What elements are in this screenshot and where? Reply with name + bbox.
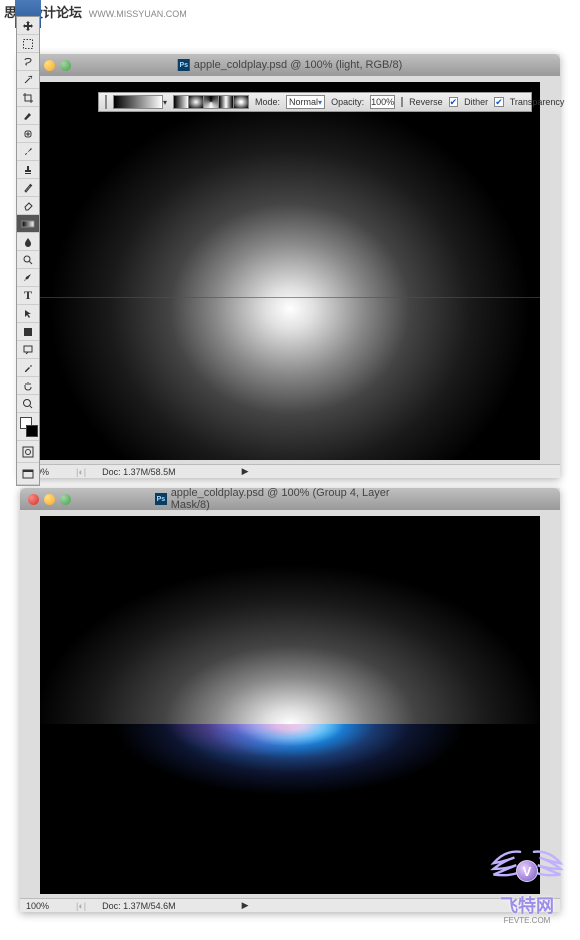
path-select-tool[interactable] [17,305,39,323]
dither-label: Dither [464,97,488,107]
doc-size: Doc: 1.37M/58.5M [102,467,176,477]
mode-label: Mode: [255,97,280,107]
zoom-button[interactable] [60,60,71,71]
hand-tool[interactable] [17,377,39,395]
diamond-gradient-button[interactable] [233,95,249,109]
move-tool[interactable] [17,17,39,35]
titlebar-1[interactable]: Ps apple_coldplay.psd @ 100% (light, RGB… [20,54,560,76]
transparency-checkbox[interactable]: ✔ [494,97,504,107]
chevron-down-icon[interactable]: ▾ [163,98,167,107]
slice-tool[interactable] [17,107,39,125]
reverse-label: Reverse [409,97,443,107]
eyedropper-tool[interactable] [17,359,39,377]
color-swatches[interactable] [17,413,39,441]
reverse-checkbox[interactable] [401,97,403,107]
healing-brush-tool[interactable] [17,125,39,143]
window-title: Ps apple_coldplay.psd @ 100% (light, RGB… [178,59,402,71]
opacity-input[interactable]: 100% [370,95,395,109]
dodge-tool[interactable] [17,251,39,269]
divider: |◐| [76,467,86,477]
options-bar: ▾ Mode: Normal ▾ Opacity: 100% Reverse ✔… [98,92,532,112]
gradient-tool[interactable] [17,215,39,233]
stamp-tool[interactable] [17,161,39,179]
minimize-button[interactable] [44,494,55,505]
dither-checkbox[interactable]: ✔ [449,97,459,107]
chevron-down-icon: ▾ [318,98,322,107]
tools-panel: T [16,16,40,486]
status-bar-1: 100% |◐| Doc: 1.37M/58.5M ▶ [20,464,560,478]
window-controls [20,494,71,505]
minimize-button[interactable] [44,60,55,71]
wings-icon: V [482,846,572,896]
window-title-text: apple_coldplay.psd @ 100% (Group 4, Laye… [171,487,425,511]
quick-mask-toggle[interactable] [17,441,39,463]
canvas-2[interactable] [40,516,540,894]
status-arrow-icon[interactable]: ▶ [242,466,249,477]
marquee-tool[interactable] [17,35,39,53]
zoom-button[interactable] [60,494,71,505]
crop-tool[interactable] [17,89,39,107]
background-color[interactable] [26,425,38,437]
transparency-label: Transparency [510,97,565,107]
magic-wand-tool[interactable] [17,71,39,89]
watermark: V 飞特网 FEVTE.COM [482,846,572,925]
eraser-tool[interactable] [17,197,39,215]
linear-gradient-button[interactable] [173,95,189,109]
gradient-swatch[interactable] [105,95,107,109]
history-brush-tool[interactable] [17,179,39,197]
window-title-text: apple_coldplay.psd @ 100% (light, RGB/8) [194,59,402,71]
gradient-picker[interactable] [113,95,163,109]
screen-mode-toggle[interactable] [17,463,39,485]
status-bar-2: 100% |◐| Doc: 1.37M/54.6M ▶ [20,898,560,912]
titlebar-2[interactable]: Ps apple_coldplay.psd @ 100% (Group 4, L… [20,488,560,510]
watermark-subtext: FEVTE.COM [504,916,551,925]
forum-url: WWW.MISSYUAN.COM [89,9,187,19]
document-window-2: Ps apple_coldplay.psd @ 100% (Group 4, L… [20,488,560,912]
radial-gradient-button[interactable] [188,95,204,109]
window-title: Ps apple_coldplay.psd @ 100% (Group 4, L… [155,487,425,511]
status-arrow-icon[interactable]: ▶ [242,900,249,911]
zoom-tool[interactable] [17,395,39,413]
gradient-type-group [173,95,249,109]
angle-gradient-button[interactable] [203,95,219,109]
mode-value: Normal [289,97,318,107]
canvas-1-content [40,82,540,460]
brush-tool[interactable] [17,143,39,161]
reflected-gradient-button[interactable] [218,95,234,109]
lasso-tool[interactable] [17,53,39,71]
doc-size: Doc: 1.37M/54.6M [102,901,176,911]
notes-tool[interactable] [17,341,39,359]
mode-select[interactable]: Normal ▾ [286,95,325,109]
close-button[interactable] [28,494,39,505]
zoom-level[interactable]: 100% [26,901,60,911]
pen-tool[interactable] [17,269,39,287]
watermark-badge: V [516,860,538,882]
divider: |◐| [76,901,86,911]
canvas-1[interactable] [40,82,540,460]
canvas-2-content [40,516,540,894]
type-tool[interactable]: T [17,287,39,305]
shape-tool[interactable] [17,323,39,341]
opacity-label: Opacity: [331,97,364,107]
ps-file-icon: Ps [155,493,167,505]
blur-tool[interactable] [17,233,39,251]
document-window-1: Ps apple_coldplay.psd @ 100% (light, RGB… [20,54,560,478]
ps-file-icon: Ps [178,59,190,71]
